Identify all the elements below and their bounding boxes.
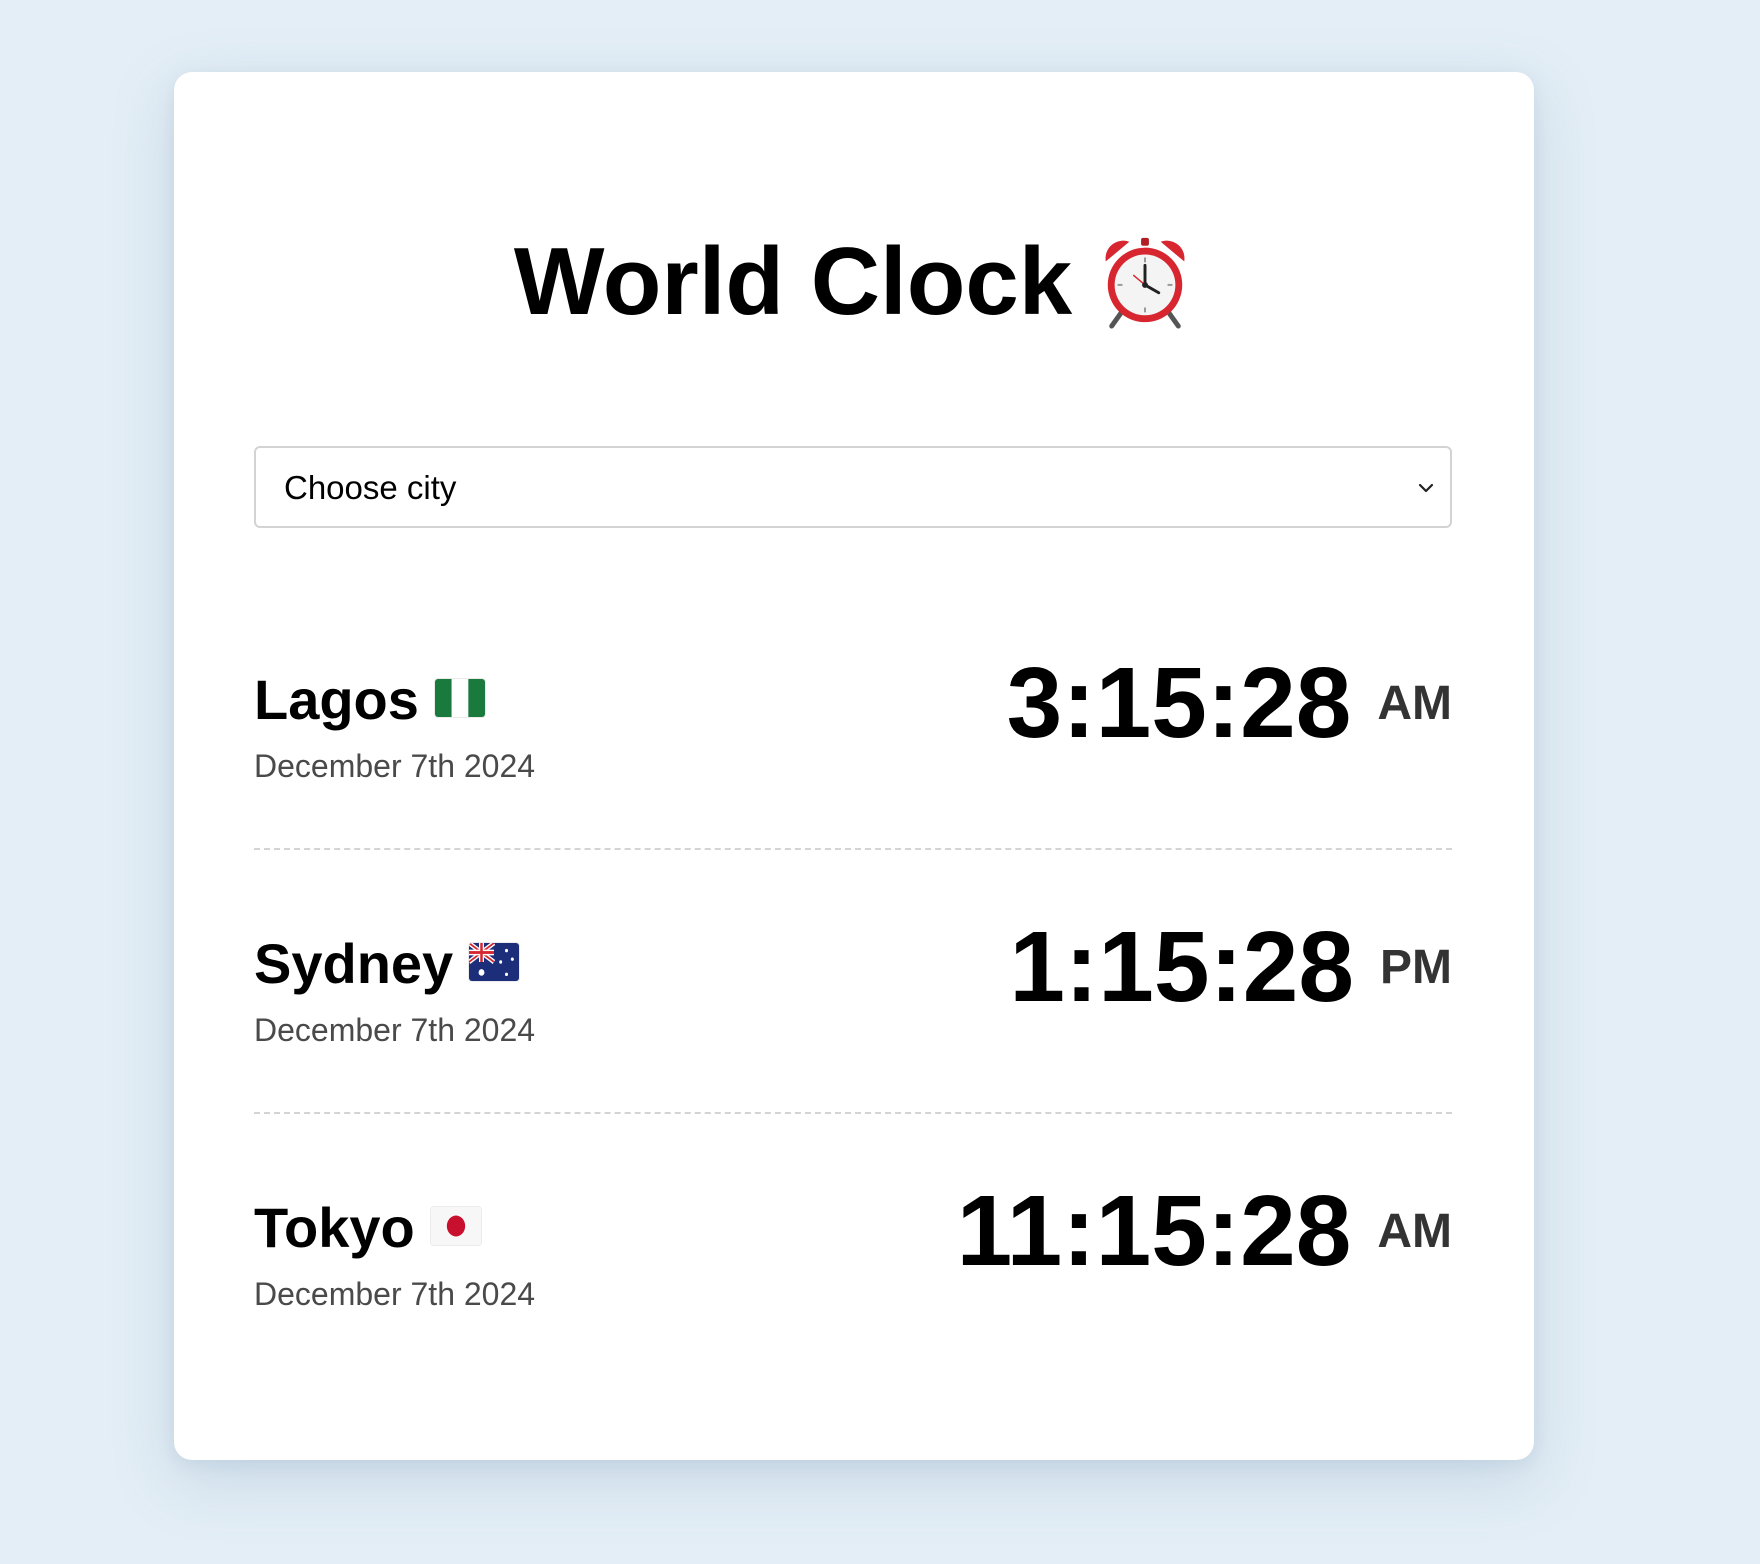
city-select-value: Choose city — [284, 469, 457, 506]
time-value: 1:15:28 — [1009, 911, 1354, 1023]
time-value: 3:15:28 — [1006, 647, 1352, 759]
city-row-sydney: Sydney December 7th 2024 1:15:28 PM — [254, 850, 1452, 1114]
ampm-label: AM — [1377, 1205, 1452, 1258]
city-row-lagos: Lagos December 7th 2024 3:15:28 AM — [254, 586, 1452, 850]
alarm-clock-icon — [1105, 237, 1185, 329]
nigeria-flag-icon — [434, 679, 485, 718]
city-name-row: Tokyo — [254, 1196, 481, 1260]
page-title: World Clock — [174, 222, 1534, 342]
city-row-tokyo: Tokyo December 7th 2024 11:15:28 AM — [254, 1114, 1452, 1376]
chevron-down-icon — [1418, 483, 1434, 493]
city-name-row: Lagos — [254, 668, 485, 732]
city-name: Tokyo — [254, 1196, 415, 1259]
city-date: December 7th 2024 — [254, 748, 536, 784]
world-clock-card: World Clock Choose city Lagos December 7… — [174, 72, 1534, 1460]
australia-flag-icon — [469, 943, 520, 982]
japan-flag-icon — [430, 1207, 481, 1246]
ampm-label: AM — [1377, 677, 1452, 730]
city-time: 11:15:28 AM — [957, 1176, 1452, 1286]
city-select[interactable]: Choose city — [254, 446, 1452, 528]
ampm-label: PM — [1380, 941, 1452, 994]
city-time: 3:15:28 AM — [1007, 648, 1452, 758]
city-name: Sydney — [254, 932, 454, 995]
city-date: December 7th 2024 — [254, 1276, 536, 1312]
city-name: Lagos — [254, 668, 419, 731]
city-time: 1:15:28 PM — [1009, 912, 1452, 1022]
city-name-row: Sydney — [254, 932, 520, 996]
time-value: 11:15:28 — [956, 1175, 1352, 1287]
page-title-text: World Clock — [513, 228, 1073, 335]
city-date: December 7th 2024 — [254, 1012, 536, 1048]
